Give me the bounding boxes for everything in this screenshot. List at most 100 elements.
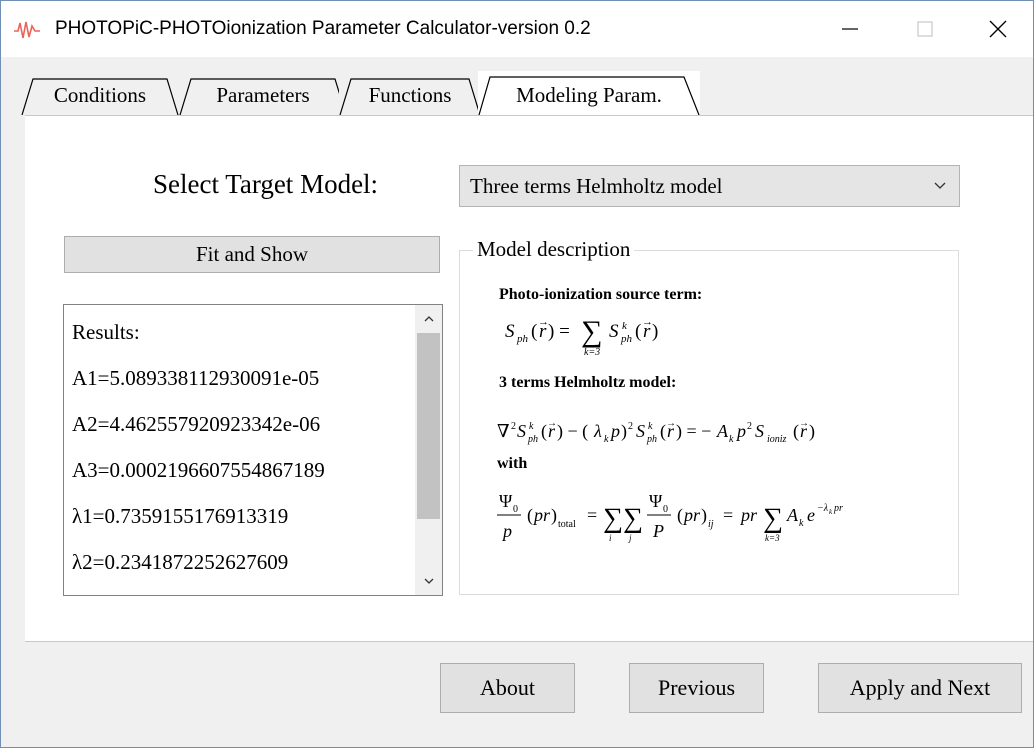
app-window: PHOTOPiC-PHOTOionization Parameter Calcu… [0,0,1034,748]
svg-text:ioniz: ioniz [767,434,787,445]
svg-text:pr: pr [739,505,758,525]
helmholtz-equation: ∇ 2 S k ph ( r → ) − ( λ k p ) 2 S k ph … [497,418,815,445]
model-formula-image: Photo-ionization source term: S ph ( r →… [497,286,843,543]
svg-text:=: = [723,505,733,525]
results-line: A2=4.462557920923342e-06 [72,412,321,436]
close-button[interactable] [963,1,1033,57]
svg-text:2: 2 [511,421,516,432]
about-button[interactable]: About [440,663,575,713]
svg-text:∑: ∑ [763,503,783,534]
chevron-down-icon [934,182,946,189]
svg-text:e: e [807,505,815,525]
formula-heading-source-term: Photo-ionization source term: [499,286,702,303]
svg-text:ph: ph [620,333,633,345]
svg-text:Ψ: Ψ [499,491,513,511]
svg-text:2: 2 [747,421,752,432]
results-line: λ1=0.7359155176913319 [72,504,289,528]
chevron-up-icon [424,316,433,322]
svg-text:): ) [551,505,557,526]
scroll-thumb[interactable] [417,333,440,519]
svg-text:k: k [648,421,653,432]
formula-heading-helmholtz: 3 terms Helmholtz model: [499,374,676,391]
scroll-up-button[interactable] [415,307,442,331]
svg-text:=: = [587,505,597,525]
tab-parameters-label: Parameters [216,82,310,107]
tab-parameters[interactable]: Parameters [179,71,347,115]
svg-text:Ψ: Ψ [649,491,663,511]
svg-text:): ) [809,421,815,442]
svg-text:∑: ∑ [581,315,602,348]
svg-text:pr: pr [532,505,551,525]
svg-text:→: → [799,418,809,429]
svg-text:) − (: ) − ( [557,421,588,442]
svg-text:2: 2 [628,421,633,432]
svg-text:ph: ph [527,434,538,445]
svg-text:→: → [547,418,557,429]
formula-with: with [497,455,527,472]
fit-and-show-button[interactable]: Fit and Show [64,236,440,273]
maximize-button[interactable] [890,1,960,57]
chevron-down-icon [424,578,433,584]
svg-text:k: k [604,434,609,445]
results-textbox[interactable]: Results: A1=5.089338112930091e-05 A2=4.4… [63,304,443,596]
svg-text:ij: ij [708,519,714,530]
results-line: A1=5.089338112930091e-05 [72,366,320,390]
minimize-icon [842,28,858,30]
results-line: λ2=0.2341872252627609 [72,550,289,574]
maximize-icon [917,21,933,37]
svg-text:k: k [529,421,534,432]
svg-text:i: i [609,533,612,543]
minimize-button[interactable] [815,1,885,57]
svg-text:): ) [652,321,658,342]
results-line: Results: [72,320,140,344]
svg-text:k=3: k=3 [584,347,600,358]
app-waveform-icon [14,21,40,39]
target-model-value: Three terms Helmholtz model [470,173,723,198]
tab-conditions-label: Conditions [53,82,147,107]
tab-functions-label: Functions [368,82,452,107]
target-model-select[interactable]: Three terms Helmholtz model [459,165,960,207]
svg-text:): ) [701,505,707,526]
svg-text:S: S [636,421,645,441]
tab-modeling-param-label: Modeling Param. [516,82,662,107]
svg-text:ph: ph [646,434,657,445]
svg-text:λ: λ [593,421,602,441]
svg-text:k=3: k=3 [765,533,780,543]
svg-text:A: A [716,421,729,441]
svg-text:p: p [501,521,512,541]
svg-text:(: ( [635,321,641,342]
svg-text:−λ: −λ [817,503,829,514]
svg-text:S: S [609,321,619,342]
tab-modeling-param[interactable]: Modeling Param. [478,71,700,115]
svg-text:ph: ph [516,333,529,345]
svg-text:k: k [622,320,628,332]
svg-text:p: p [609,421,620,441]
model-description-title: Model description [473,237,635,262]
tab-conditions[interactable]: Conditions [21,71,179,115]
previous-button[interactable]: Previous [629,663,764,713]
svg-text:) = −: ) = − [676,421,711,442]
svg-text:p: p [735,421,746,441]
svg-text:→: → [666,418,676,429]
svg-text:S: S [517,421,526,441]
svg-text:j: j [628,533,632,543]
svg-text:∇: ∇ [497,421,510,441]
svg-text:S: S [505,321,515,342]
svg-text:(: ( [527,505,533,526]
svg-text:∑: ∑ [623,503,643,534]
svg-text:) =: ) = [548,321,570,342]
select-target-model-label: Select Target Model: [153,169,379,199]
svg-text:∑: ∑ [603,503,623,534]
svg-text:(: ( [531,321,537,342]
close-icon [989,20,1007,38]
results-scrollbar[interactable] [415,305,442,595]
svg-text:k: k [729,434,734,445]
svg-text:pr: pr [833,503,843,514]
psi-equation: Ψ 0 p ( pr ) total = ∑ i ∑ j Ψ 0 P ( pr … [497,491,843,543]
scroll-down-button[interactable] [415,569,442,593]
svg-text:): ) [621,421,627,442]
results-line: A3=0.0002196607554867189 [72,458,325,482]
tab-functions[interactable]: Functions [339,71,481,115]
apply-and-next-button[interactable]: Apply and Next [818,663,1022,713]
source-term-equation: S ph ( r → ) = ∑ k=3 S k ph ( r → ) [505,315,658,358]
